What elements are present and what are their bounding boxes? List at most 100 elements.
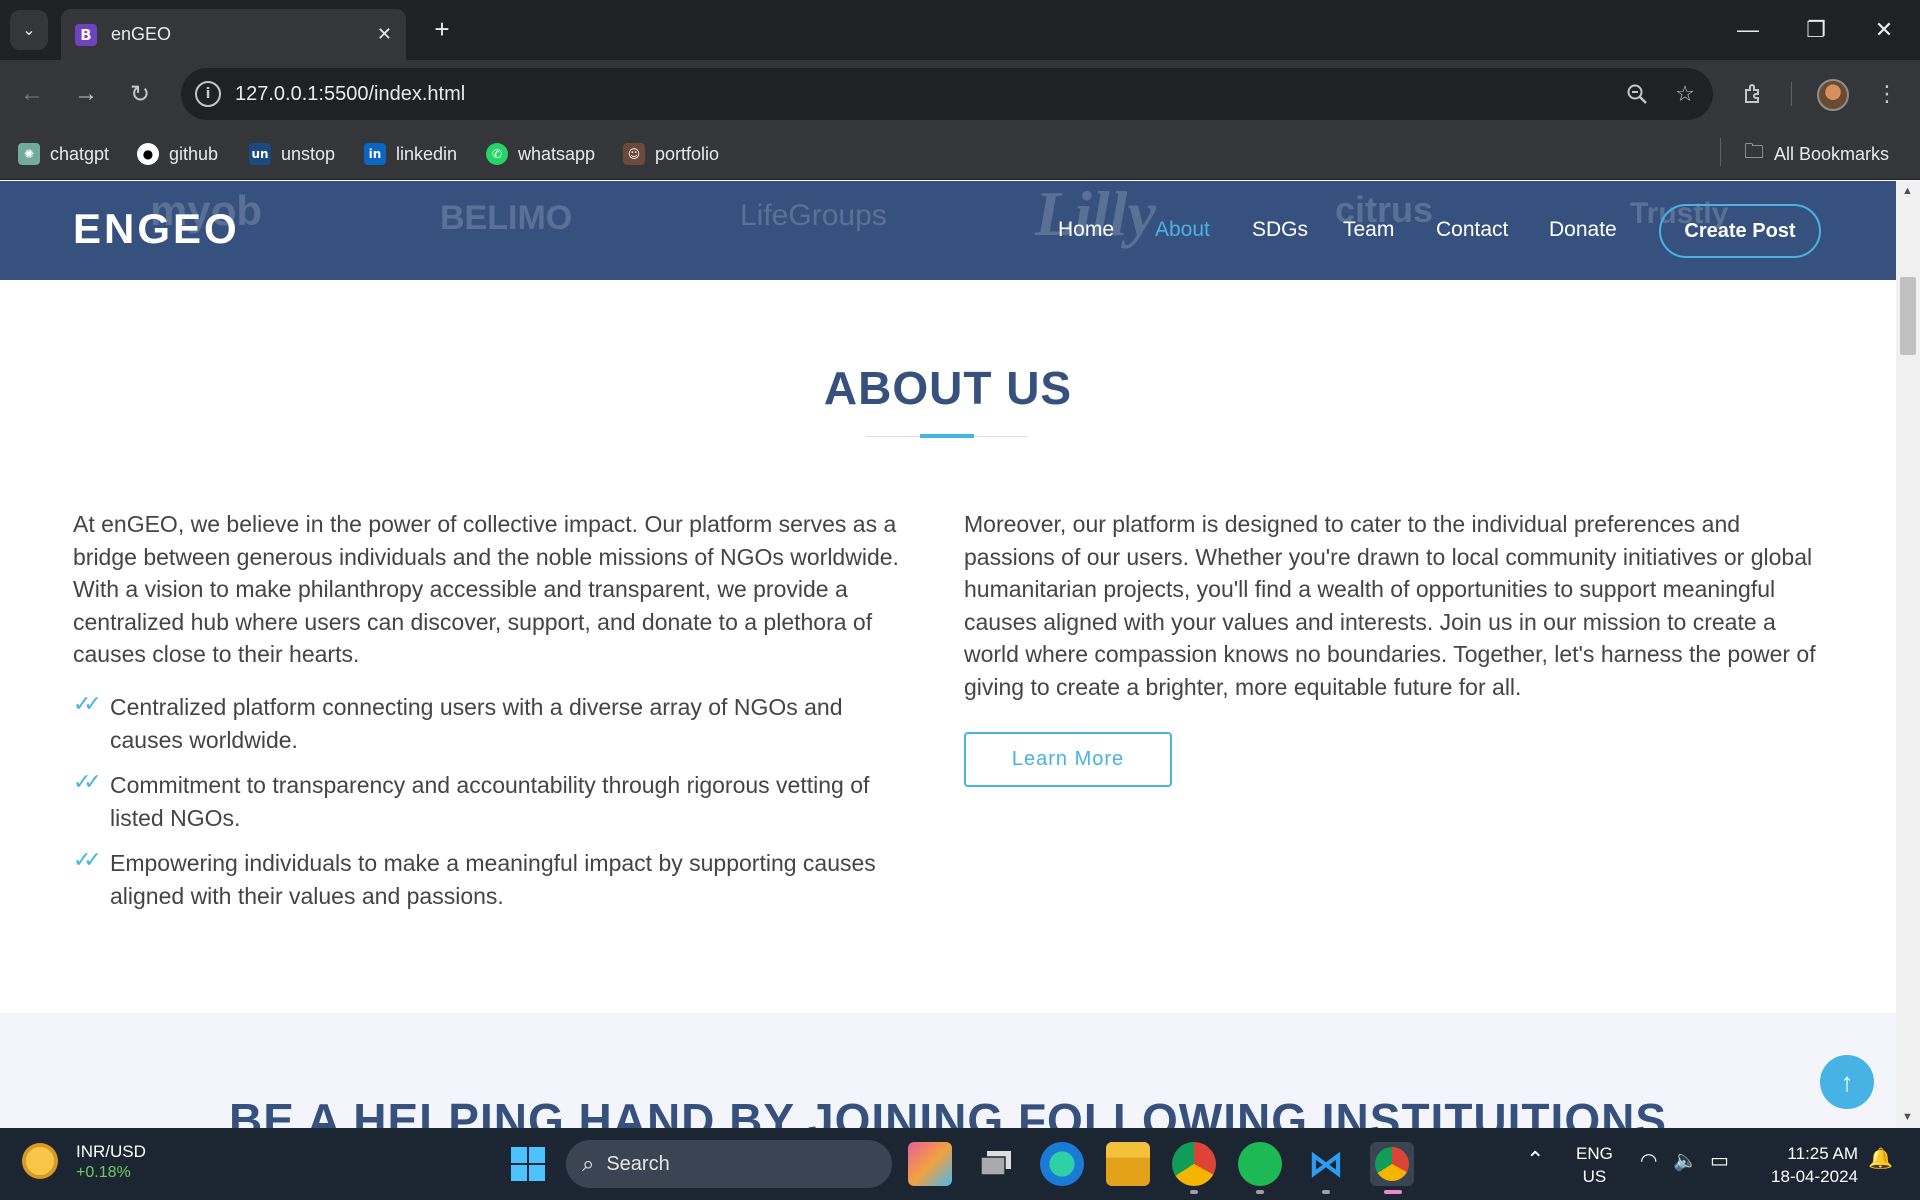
taskbar-search[interactable]: ⌕ Search [566,1140,892,1188]
windows-taskbar: INR/USD +0.18% ⌕ Search ⋈ ⌃ ENG US ◠ 🔈 ▭… [0,1128,1920,1200]
scroll-down-arrow-icon[interactable]: ▼ [1902,1111,1913,1123]
about-point: Commitment to transparency and accountab… [110,772,870,831]
notification-bell-icon[interactable]: 🔔 [1868,1148,1893,1171]
taskbar-search-label: Search [606,1152,670,1175]
chevron-up-icon[interactable]: ⌃ [1526,1148,1544,1171]
double-check-icon: ✓✓ [73,847,102,872]
bookmark-portfolio[interactable]: ☺ portfolio [623,140,719,168]
about-point: Empowering individuals to make a meaning… [110,850,876,909]
client-logo: BELIMO [440,199,573,237]
copilot-icon[interactable] [908,1142,952,1186]
about-right-text: Moreover, our platform is designed to ca… [964,511,1816,700]
url-text[interactable]: 127.0.0.1:5500/index.html [235,83,1617,106]
chrome-icon[interactable] [1172,1142,1216,1186]
site-logo[interactable]: ENGEO [73,205,240,253]
bookmark-label: linkedin [396,143,458,164]
nav-about[interactable]: About [1155,218,1210,242]
edge-icon[interactable] [1040,1142,1084,1186]
bootstrap-favicon-icon: B [75,23,97,46]
nav-team[interactable]: Team [1343,218,1394,242]
scroll-thumb[interactable] [1900,277,1916,355]
spotify-icon[interactable] [1238,1142,1282,1186]
forward-button[interactable]: → [66,74,106,114]
vscode-icon[interactable]: ⋈ [1304,1142,1348,1186]
minimize-icon: — [1737,17,1759,42]
page-scrollbar[interactable]: ▲ ▼ [1896,181,1920,1128]
file-explorer-icon[interactable] [1106,1142,1150,1186]
new-tab-button[interactable]: + [425,12,459,46]
clock[interactable]: 11:25 AM 18-04-2024 [1758,1142,1858,1188]
nav-sdgs[interactable]: SDGs [1252,218,1308,242]
toolbar-divider [1791,82,1792,106]
battery-icon[interactable]: ▭ [1710,1150,1729,1173]
portfolio-icon: ☺ [623,143,645,165]
close-tab-icon[interactable]: ✕ [377,24,392,45]
about-title: ABOUT US [823,362,1073,414]
bookmark-label: unstop [281,143,336,164]
institutions-title: BE A HELPING HAND BY JOINING FOLLOWING I… [229,1094,1667,1128]
chatgpt-icon: ✺ [18,143,40,165]
time-label: 11:25 AM [1787,1144,1858,1163]
github-icon: ● [137,143,159,165]
create-post-button[interactable]: Create Post [1659,204,1821,258]
volume-icon[interactable]: 🔈 [1673,1150,1698,1173]
more-menu-icon[interactable]: ⋮ [1867,74,1907,114]
tab-search-button[interactable]: ⌄ [10,10,48,50]
arrow-left-icon: ← [20,80,44,107]
chevron-down-icon: ⌄ [22,22,36,39]
bookmark-linkedin[interactable]: in linkedin [364,140,457,168]
bookmark-label: chatgpt [50,143,110,164]
bookmark-unstop[interactable]: un unstop [249,140,335,168]
restore-button[interactable]: ❐ [1796,12,1836,48]
site-header: myob BELIMO LifeGroups Lilly citrus Trus… [0,181,1896,280]
region-label: US [1582,1167,1607,1186]
bookmark-label: portfolio [655,143,720,164]
widget-title: INR/USD [76,1142,146,1161]
chrome-profile-icon[interactable] [1370,1142,1414,1186]
back-button[interactable]: ← [12,74,52,114]
title-accent-bar [920,434,974,438]
date-label: 18-04-2024 [1771,1167,1858,1186]
scroll-up-arrow-icon[interactable]: ▲ [1902,185,1913,197]
nav-contact[interactable]: Contact [1436,218,1508,242]
currency-widget[interactable]: INR/USD +0.18% [22,1140,146,1182]
minimize-button[interactable]: — [1728,12,1768,48]
extensions-icon[interactable] [1733,74,1773,114]
profile-avatar[interactable] [1817,79,1849,111]
active-indicator [1384,1190,1402,1194]
zoom-icon[interactable] [1617,74,1657,114]
reload-button[interactable]: ↻ [120,74,160,114]
browser-tab[interactable]: B enGEO ✕ [61,9,406,60]
bookmark-label: whatsapp [518,143,596,164]
all-bookmarks-button[interactable]: 🗀 All Bookmarks [1744,140,1889,168]
bookmark-whatsapp[interactable]: ✆ whatsapp [486,140,595,168]
bookmarks-divider [1720,138,1721,166]
task-view-icon[interactable] [974,1142,1018,1186]
about-intro: At enGEO, we believe in the power of col… [73,511,899,667]
lang-label: ENG [1576,1144,1613,1163]
widget-change: +0.18% [76,1164,131,1181]
bookmarks-bar: ✺ chatgpt ● github un unstop in linkedin… [0,128,1920,180]
back-to-top-button[interactable]: ↑ [1820,1055,1874,1109]
windows-start-icon[interactable] [506,1142,550,1186]
address-bar[interactable]: i 127.0.0.1:5500/index.html ☆ [181,68,1713,120]
close-window-button[interactable]: ✕ [1864,12,1904,48]
unstop-icon: un [249,143,271,165]
learn-more-button[interactable]: Learn More [964,732,1172,787]
client-logo: LifeGroups [740,199,887,232]
reload-icon: ↻ [129,80,151,108]
nav-home[interactable]: Home [1058,218,1114,242]
site-info-icon[interactable]: i [195,81,221,107]
about-point: Centralized platform connecting users wi… [110,694,843,753]
double-check-icon: ✓✓ [73,769,102,794]
linkedin-icon: in [364,143,386,165]
running-indicator [1190,1190,1198,1194]
language-indicator[interactable]: ENG US [1576,1142,1613,1188]
all-bookmarks-label: All Bookmarks [1774,143,1890,164]
wifi-icon[interactable]: ◠ [1640,1150,1657,1173]
nav-donate[interactable]: Donate [1549,218,1617,242]
star-bookmark-icon[interactable]: ☆ [1665,74,1705,114]
bookmark-chatgpt[interactable]: ✺ chatgpt [18,140,109,168]
whatsapp-icon: ✆ [486,143,508,165]
bookmark-github[interactable]: ● github [137,140,218,168]
